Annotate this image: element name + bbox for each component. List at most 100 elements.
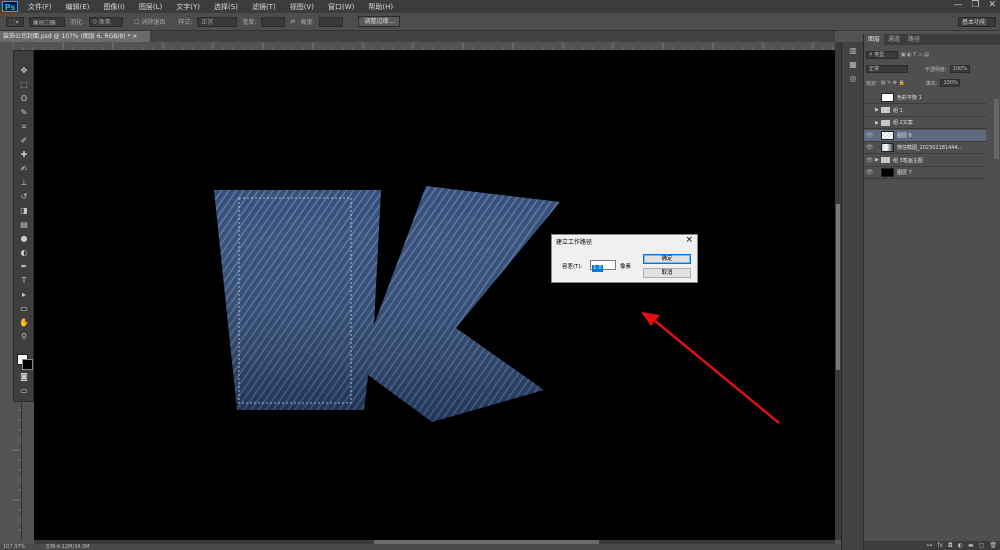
tab-paths[interactable]: 路径 xyxy=(904,34,924,45)
layers-footer: ⊶ fx ◘ ◐ ▬ ▢ 🗑 xyxy=(864,541,1000,550)
style-select[interactable]: 正常 xyxy=(197,16,238,27)
layers-scroll-thumb[interactable] xyxy=(994,99,999,159)
denim-letter-k xyxy=(214,186,560,422)
trash-icon[interactable]: 🗑 xyxy=(989,541,997,550)
layer-row[interactable]: 👁 ▶ 组 3笔画主图 xyxy=(864,155,986,167)
properties-panel-icon[interactable]: ▦ xyxy=(848,60,858,69)
dialog-close-icon[interactable]: × xyxy=(685,235,693,245)
antialias-checkbox[interactable]: ☐ 消除锯齿 xyxy=(134,17,165,26)
layers-panel: 图层 通道 路径 ⚲ 类型 ▣ ◐ T ▭ ▤ 正常 不透明度: 100% 锁定… xyxy=(863,34,1000,550)
document-canvas[interactable] xyxy=(34,50,835,540)
path-select-icon[interactable]: ▸ xyxy=(17,289,31,300)
new-group-icon[interactable]: ▬ xyxy=(968,541,974,550)
layer-row[interactable]: 👁 图层 7 xyxy=(864,167,986,179)
dodge-icon[interactable]: ◐ xyxy=(17,247,31,258)
menu-item[interactable]: 文件(F) xyxy=(21,2,59,12)
healing-icon[interactable]: ✚ xyxy=(17,149,31,160)
ok-button[interactable]: 确定 xyxy=(643,254,691,264)
refine-edge-button[interactable]: 调整边缘... xyxy=(358,16,401,27)
tolerance-value: 1.0 xyxy=(592,265,603,272)
fx-icon[interactable]: fx xyxy=(937,541,943,550)
selection-mode-icons[interactable]: ▣▤◫▦ xyxy=(29,16,65,27)
brush-icon[interactable]: ✍ xyxy=(17,163,31,174)
layer-row[interactable]: 👁 微信截图_202302181444... xyxy=(864,142,986,154)
eraser-icon[interactable]: ◨ xyxy=(17,205,31,216)
zoom-level[interactable]: 107.37% xyxy=(3,544,25,550)
folder-icon xyxy=(881,119,890,126)
adjust-panel-icon[interactable]: ◎ xyxy=(848,74,858,83)
pen-icon[interactable]: ✒ xyxy=(17,261,31,272)
menu-item[interactable]: 图像(I) xyxy=(96,2,132,12)
background-color-swatch[interactable] xyxy=(22,359,33,370)
menu-item[interactable]: 选择(S) xyxy=(207,2,245,12)
opacity-input[interactable]: 100% xyxy=(949,65,970,73)
kind-filter-select[interactable]: ⚲ 类型 xyxy=(866,51,898,59)
stamp-icon[interactable]: ⊥ xyxy=(17,177,31,188)
filter-icons[interactable]: ▣ ◐ T ▭ ▤ xyxy=(901,52,929,58)
visibility-eye-icon[interactable]: 👁 xyxy=(864,169,875,176)
type-icon[interactable]: T xyxy=(17,275,31,286)
menu-item[interactable]: 编辑(E) xyxy=(59,2,97,12)
marquee-icon[interactable]: ⬚ xyxy=(17,79,31,90)
layer-name: 图层 7 xyxy=(897,170,912,176)
fill-label: 填充: xyxy=(925,80,938,87)
visibility-eye-icon[interactable]: 👁 xyxy=(864,144,875,151)
restore-button[interactable]: ❐ xyxy=(971,0,979,10)
tab-channels[interactable]: 通道 xyxy=(884,34,904,45)
menu-item[interactable]: 窗口(W) xyxy=(321,2,361,12)
feather-input[interactable]: 0 像素 xyxy=(89,16,124,27)
close-tab-icon[interactable]: × xyxy=(132,33,137,40)
adjustment-layer-icon[interactable]: ◐ xyxy=(958,541,963,550)
blend-mode-select[interactable]: 正常 xyxy=(866,65,908,73)
swap-icon[interactable]: ⇄ xyxy=(290,18,295,25)
minimize-button[interactable]: — xyxy=(953,0,962,10)
visibility-eye-icon[interactable]: 👁 xyxy=(864,157,875,164)
kind-label: 类型 xyxy=(874,52,885,58)
blur-icon[interactable]: ● xyxy=(17,233,31,244)
height-input[interactable] xyxy=(319,16,344,27)
vertical-scroll-thumb[interactable] xyxy=(836,204,840,370)
layer-row[interactable]: ▶ 组 1 xyxy=(864,105,986,117)
lasso-icon[interactable]: ʘ xyxy=(17,93,31,104)
eyedropper-icon[interactable]: ✐ xyxy=(17,135,31,146)
menu-item[interactable]: 滤镜(T) xyxy=(245,2,283,12)
visibility-eye-icon[interactable]: 👁 xyxy=(864,132,875,139)
tolerance-input[interactable]: 1.0 xyxy=(590,260,616,272)
layer-name: 色彩平衡 1 xyxy=(897,95,922,101)
shape-icon[interactable]: ▭ xyxy=(17,303,31,314)
link-layers-icon[interactable]: ⊶ xyxy=(926,541,932,550)
menu-item[interactable]: 帮助(H) xyxy=(361,2,400,12)
crop-icon[interactable]: ⌗ xyxy=(17,121,31,132)
workspace-select[interactable]: 基本功能 xyxy=(958,17,996,27)
menu-item[interactable]: 文字(Y) xyxy=(169,2,207,12)
menu-item[interactable]: 视图(V) xyxy=(283,2,321,12)
move-icon[interactable]: ✥ xyxy=(17,65,31,76)
history-brush-icon[interactable]: ↺ xyxy=(17,191,31,202)
layer-thumbnail xyxy=(881,93,894,102)
cancel-button[interactable]: 取消 xyxy=(643,268,691,278)
add-mask-icon[interactable]: ◘ xyxy=(948,541,953,550)
zoom-icon[interactable]: ⚲ xyxy=(17,331,31,342)
lock-icons[interactable]: ▨ ✎ ✥ 🔒 xyxy=(881,80,905,86)
gradient-icon[interactable]: ▤ xyxy=(17,219,31,230)
photoshop-logo[interactable]: Ps xyxy=(2,1,18,12)
menu-item[interactable]: 图层(L) xyxy=(132,2,169,12)
options-bar: ⬚▾ ▣▤◫▦ 羽化: 0 像素 ☐ 消除锯齿 样式: 正常 宽度: ⇄ 高度:… xyxy=(0,13,1000,31)
marquee-tool-preset-icon[interactable]: ⬚▾ xyxy=(6,16,24,27)
layer-row[interactable]: 色彩平衡 1 xyxy=(864,92,986,104)
quick-mask-icon[interactable]: ◙ xyxy=(17,371,31,382)
quick-select-icon[interactable]: ✎ xyxy=(17,107,31,118)
panel-icon-dock: ▥ ▦ ◎ xyxy=(841,42,863,550)
screen-mode-icon[interactable]: ▭ xyxy=(17,385,31,396)
tab-layers[interactable]: 图层 xyxy=(864,34,885,45)
document-tab[interactable]: 装饰公司封面.psd @ 107% (图层 6, RGB/8) * × xyxy=(0,31,150,42)
fill-input[interactable]: 100% xyxy=(940,79,961,87)
folder-icon xyxy=(881,107,890,113)
width-input[interactable] xyxy=(261,16,286,27)
close-window-button[interactable]: ✕ xyxy=(988,0,996,10)
new-layer-icon[interactable]: ▢ xyxy=(979,541,985,550)
layer-row[interactable]: ▶ 组 2文案 xyxy=(864,117,986,129)
layer-row[interactable]: 👁 图层 6 xyxy=(864,129,986,142)
hand-icon[interactable]: ✋ xyxy=(17,317,31,328)
history-panel-icon[interactable]: ▥ xyxy=(848,46,858,55)
